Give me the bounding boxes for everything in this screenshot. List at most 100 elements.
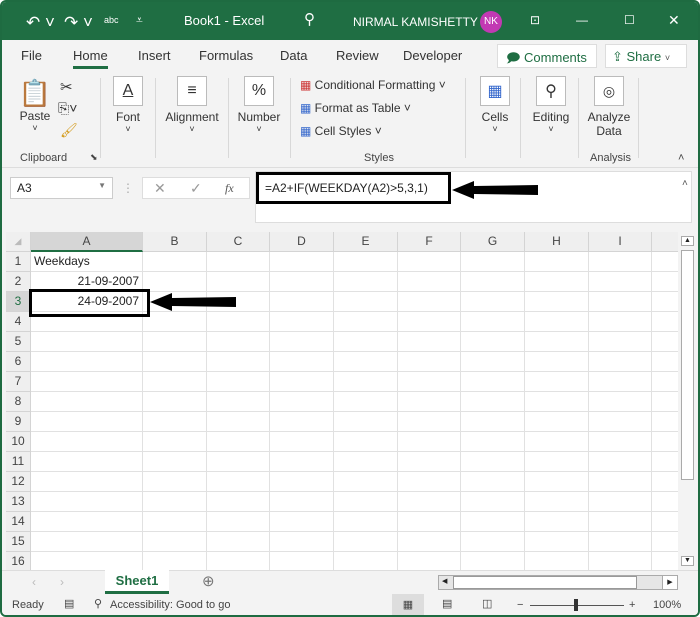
cell-I1[interactable] xyxy=(589,252,652,272)
cell-G16[interactable] xyxy=(461,552,525,570)
comments-button[interactable]: 🗩 Comments xyxy=(497,44,597,68)
cell-I11[interactable] xyxy=(589,452,652,472)
row-header-4[interactable]: 4 xyxy=(6,312,31,332)
column-header-C[interactable]: C xyxy=(207,232,270,252)
cell-C9[interactable] xyxy=(207,412,270,432)
ribbon-display-icon[interactable]: ⊡ xyxy=(530,13,540,27)
cell-C15[interactable] xyxy=(207,532,270,552)
cell-H13[interactable] xyxy=(525,492,589,512)
column-header-H[interactable]: H xyxy=(525,232,589,252)
cell-E3[interactable] xyxy=(334,292,398,312)
page-layout-view-icon[interactable]: ▤ xyxy=(442,597,452,610)
row-header-11[interactable]: 11 xyxy=(6,452,31,472)
cell-I3[interactable] xyxy=(589,292,652,312)
cell-A7[interactable] xyxy=(31,372,143,392)
cell-C13[interactable] xyxy=(207,492,270,512)
cell-G7[interactable] xyxy=(461,372,525,392)
cell-H12[interactable] xyxy=(525,472,589,492)
column-header-E[interactable]: E xyxy=(334,232,398,252)
cell-E4[interactable] xyxy=(334,312,398,332)
maximize-icon[interactable]: ☐ xyxy=(624,13,635,27)
normal-view-icon[interactable]: ▦ xyxy=(392,594,424,615)
cell-H15[interactable] xyxy=(525,532,589,552)
cell-I14[interactable] xyxy=(589,512,652,532)
row-header-14[interactable]: 14 xyxy=(6,512,31,532)
tab-home[interactable]: Home xyxy=(73,48,108,69)
cell-C12[interactable] xyxy=(207,472,270,492)
cell-H5[interactable] xyxy=(525,332,589,352)
cell-partial[interactable] xyxy=(652,292,678,312)
cell-I13[interactable] xyxy=(589,492,652,512)
cell-I9[interactable] xyxy=(589,412,652,432)
cell-E7[interactable] xyxy=(334,372,398,392)
cell-partial[interactable] xyxy=(652,412,678,432)
cell-A13[interactable] xyxy=(31,492,143,512)
cell-partial[interactable] xyxy=(652,332,678,352)
cell-partial[interactable] xyxy=(652,452,678,472)
row-header-7[interactable]: 7 xyxy=(6,372,31,392)
cell-partial[interactable] xyxy=(652,392,678,412)
row-header-13[interactable]: 13 xyxy=(6,492,31,512)
format-as-table-button[interactable]: ▦ Format as Table ˅ xyxy=(300,101,411,115)
cell-E2[interactable] xyxy=(334,272,398,292)
cell-G2[interactable] xyxy=(461,272,525,292)
cell-B5[interactable] xyxy=(143,332,207,352)
cell-F9[interactable] xyxy=(398,412,461,432)
cell-E13[interactable] xyxy=(334,492,398,512)
cell-I10[interactable] xyxy=(589,432,652,452)
cell-D13[interactable] xyxy=(270,492,334,512)
cell-I12[interactable] xyxy=(589,472,652,492)
cell-F1[interactable] xyxy=(398,252,461,272)
cell-F7[interactable] xyxy=(398,372,461,392)
row-header-15[interactable]: 15 xyxy=(6,532,31,552)
cell-A3[interactable]: 24-09-2007 xyxy=(31,292,143,312)
zoom-in-icon[interactable]: + xyxy=(629,599,635,611)
font-button[interactable]: A Font ˅ xyxy=(108,76,148,134)
cell-H10[interactable] xyxy=(525,432,589,452)
cell-B9[interactable] xyxy=(143,412,207,432)
cell-B6[interactable] xyxy=(143,352,207,372)
cell-D4[interactable] xyxy=(270,312,334,332)
column-header-I[interactable]: I xyxy=(589,232,652,252)
cell-A9[interactable] xyxy=(31,412,143,432)
cell-G13[interactable] xyxy=(461,492,525,512)
row-header-12[interactable]: 12 xyxy=(6,472,31,492)
cell-B11[interactable] xyxy=(143,452,207,472)
cell-G15[interactable] xyxy=(461,532,525,552)
row-header-1[interactable]: 1 xyxy=(6,252,31,272)
macro-record-icon[interactable]: ▤ xyxy=(64,597,74,610)
cell-F12[interactable] xyxy=(398,472,461,492)
cell-B15[interactable] xyxy=(143,532,207,552)
cell-D16[interactable] xyxy=(270,552,334,570)
cell-F15[interactable] xyxy=(398,532,461,552)
cell-I7[interactable] xyxy=(589,372,652,392)
copy-icon[interactable]: ⎘˅ xyxy=(58,100,77,117)
worksheet-grid[interactable]: ◢ A B C D E F G H I 1 Weekdays 2 21-09-2007 3 24-09-200… xyxy=(6,232,678,570)
cell-H1[interactable] xyxy=(525,252,589,272)
column-header-F[interactable]: F xyxy=(398,232,461,252)
cell-E12[interactable] xyxy=(334,472,398,492)
cell-partial[interactable] xyxy=(652,492,678,512)
cell-A8[interactable] xyxy=(31,392,143,412)
cell-D6[interactable] xyxy=(270,352,334,372)
cell-G12[interactable] xyxy=(461,472,525,492)
page-break-view-icon[interactable]: ◫ xyxy=(482,597,492,610)
cell-F13[interactable] xyxy=(398,492,461,512)
analyze-data-button[interactable]: ◎ Analyze Data xyxy=(586,76,632,138)
cell-E1[interactable] xyxy=(334,252,398,272)
alignment-button[interactable]: ≡ Alignment ˅ xyxy=(160,76,224,134)
cell-G10[interactable] xyxy=(461,432,525,452)
cell-C11[interactable] xyxy=(207,452,270,472)
cell-G8[interactable] xyxy=(461,392,525,412)
cell-H6[interactable] xyxy=(525,352,589,372)
cell-I2[interactable] xyxy=(589,272,652,292)
cell-partial[interactable] xyxy=(652,372,678,392)
share-button[interactable]: ⇪ Share ˅ xyxy=(605,44,687,68)
cut-icon[interactable]: ✂ xyxy=(60,78,73,96)
cell-I6[interactable] xyxy=(589,352,652,372)
cell-partial[interactable] xyxy=(652,272,678,292)
cell-partial[interactable] xyxy=(652,432,678,452)
column-header-G[interactable]: G xyxy=(461,232,525,252)
cell-D2[interactable] xyxy=(270,272,334,292)
zoom-level[interactable]: 100% xyxy=(653,599,681,611)
